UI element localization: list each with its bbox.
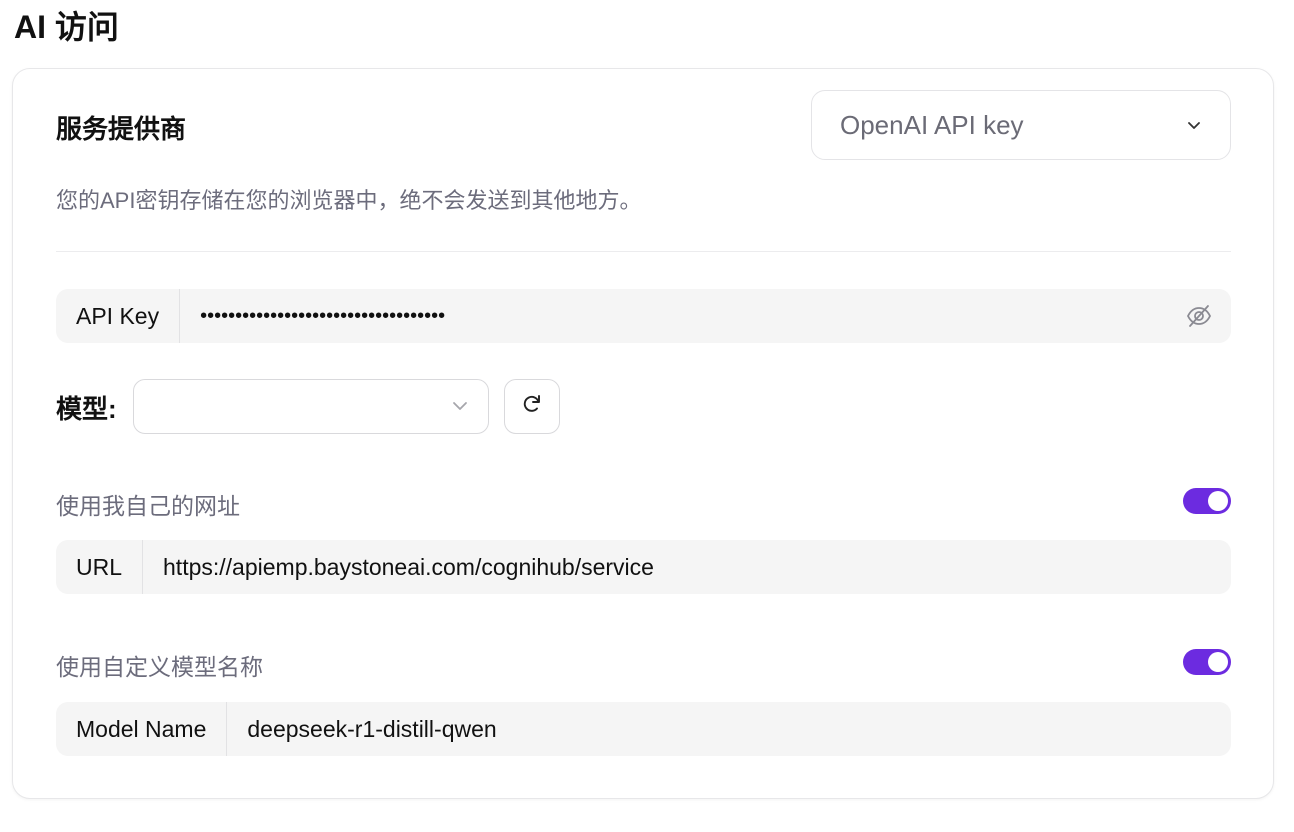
- api-key-label: API Key: [56, 289, 181, 343]
- refresh-icon: [520, 392, 544, 421]
- api-key-input[interactable]: •••••••••••••••••••••••••••••••••••: [180, 305, 1179, 328]
- divider: [56, 251, 1231, 252]
- privacy-note: 您的API密钥存储在您的浏览器中，绝不会发送到其他地方。: [56, 188, 642, 213]
- provider-selected-value: OpenAI API key: [840, 109, 1024, 140]
- model-name-group: Model Name deepseek-r1-distill-qwen: [56, 702, 1231, 756]
- model-name-input[interactable]: deepseek-r1-distill-qwen: [227, 716, 1231, 743]
- ai-access-card: 服务提供商 OpenAI API key 您的API密钥存储在您的浏览器中，绝不…: [12, 68, 1274, 799]
- page-title: AI 访问: [14, 9, 119, 45]
- url-group: URL https://apiemp.baystoneai.com/cognih…: [56, 540, 1231, 594]
- custom-model-toggle-label: 使用自定义模型名称: [56, 654, 263, 680]
- url-label: URL: [56, 540, 144, 594]
- toggle-knob: [1208, 652, 1228, 672]
- provider-select[interactable]: OpenAI API key: [811, 90, 1231, 160]
- chevron-down-icon: [1186, 117, 1202, 133]
- url-input[interactable]: https://apiemp.baystoneai.com/cognihub/s…: [143, 554, 1231, 581]
- model-label: 模型:: [56, 394, 117, 424]
- refresh-models-button[interactable]: [504, 379, 560, 434]
- toggle-knob: [1208, 491, 1228, 511]
- custom-url-toggle[interactable]: [1183, 488, 1231, 514]
- provider-label: 服务提供商: [56, 114, 187, 144]
- api-key-group: API Key ••••••••••••••••••••••••••••••••…: [56, 289, 1231, 343]
- chevron-down-icon: [452, 398, 468, 416]
- custom-model-toggle[interactable]: [1183, 649, 1231, 675]
- eye-off-icon[interactable]: [1179, 296, 1219, 336]
- model-select[interactable]: [133, 379, 489, 434]
- model-name-label: Model Name: [56, 702, 228, 756]
- custom-url-toggle-label: 使用我自己的网址: [56, 493, 240, 519]
